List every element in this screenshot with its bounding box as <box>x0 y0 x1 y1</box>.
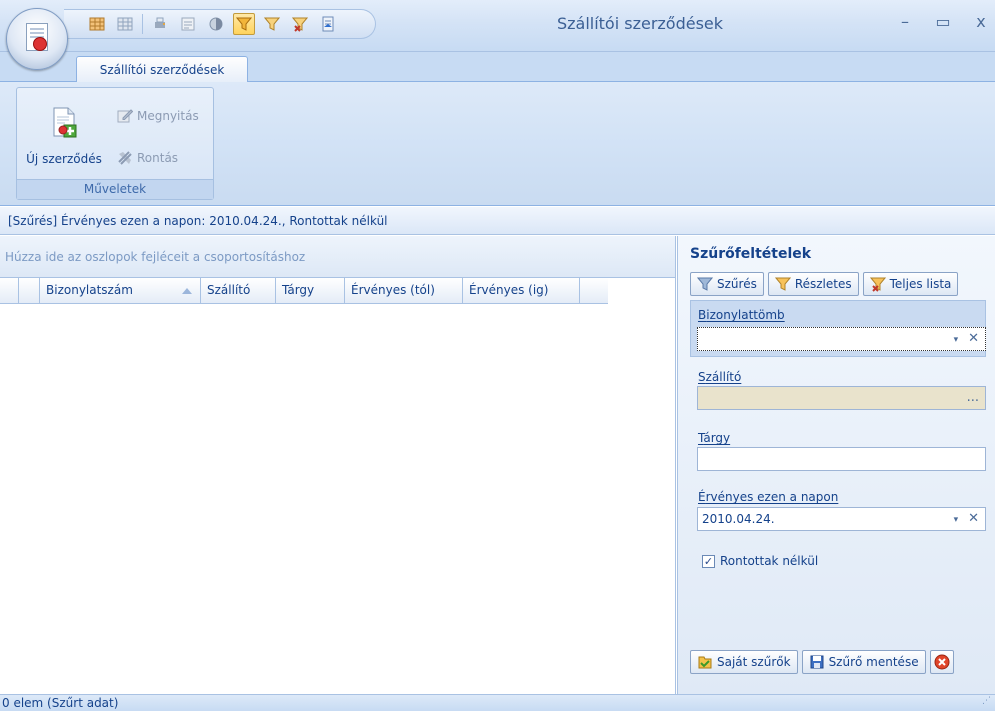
own-filters-button[interactable]: Saját szűrők <box>690 650 798 674</box>
group-caption: Műveletek <box>17 179 213 199</box>
checkbox-label: Rontottak nélkül <box>720 554 819 568</box>
new-contract-label: Új szerződés <box>26 152 102 166</box>
column-label: Szállító <box>207 283 251 297</box>
minimize-button[interactable]: – <box>897 12 913 31</box>
edit-icon <box>117 109 133 123</box>
ribbon-group-muveletek: Új szerződés Megnyitás Rontás Műveletek <box>16 87 214 200</box>
column-header-ervenyes-ig[interactable]: Érvényes (ig) <box>463 278 580 303</box>
save-filter-label: Szűrő mentése <box>828 655 919 669</box>
close-filter-button[interactable] <box>929 650 954 674</box>
ervenyes-date-picker[interactable]: 2010.04.24. ▾ ✕ <box>697 507 986 531</box>
ribbon-body: Új szerződés Megnyitás Rontás Műveletek <box>0 82 995 206</box>
full-list-button[interactable]: Teljes lista <box>862 272 959 296</box>
grid-icon[interactable] <box>86 13 108 35</box>
detailed-filter-button[interactable]: Részletes <box>767 272 859 296</box>
new-document-icon <box>53 107 77 138</box>
filter-detailed-icon[interactable] <box>261 13 283 35</box>
void-label: Rontás <box>137 151 179 165</box>
dropdown-arrow-icon[interactable]: ▾ <box>954 509 959 531</box>
column-header-ervenyes-tol[interactable]: Érvényes (tól) <box>345 278 463 303</box>
filter-bottom-toolbar: Saját szűrők Szűrő mentése <box>690 650 954 674</box>
filter-panel: Szűrőfeltételek Szűrés Részletes Teljes … <box>677 236 995 694</box>
close-icon <box>934 654 950 670</box>
window-title: Szállítói szerződések <box>556 14 724 33</box>
tab-szallitoi-szerzodesek[interactable]: Szállítói szerződések <box>76 56 248 83</box>
void-icon <box>118 151 132 165</box>
window-controls: – ▭ x <box>897 12 989 31</box>
sort-ascending-icon <box>182 288 192 294</box>
filter-info-bar: [Szűrés] Érvényes ezen a napon: 2010.04.… <box>0 207 995 235</box>
status-bar: 0 elem (Szűrt adat) ⋰ <box>0 694 995 711</box>
filter-button[interactable]: Szűrés <box>690 272 764 296</box>
dropdown-arrow-icon[interactable]: ▾ <box>954 329 959 351</box>
filter-button-label: Szűrés <box>717 277 757 291</box>
filter-clear-icon <box>869 277 886 292</box>
toggle-icon[interactable] <box>205 13 227 35</box>
application-menu-button[interactable] <box>6 8 68 70</box>
seal-icon <box>33 37 47 51</box>
ribbon-tab-bar: Szállítói szerződések <box>0 52 995 83</box>
void-button[interactable]: Rontás <box>117 150 178 166</box>
own-filters-icon <box>698 656 712 669</box>
filter-icon[interactable] <box>233 13 255 35</box>
close-button[interactable]: x <box>973 12 989 31</box>
filter-panel-title: Szűrőfeltételek <box>690 246 812 262</box>
open-label: Megnyitás <box>137 109 199 123</box>
filter-icon <box>697 277 713 291</box>
column-label: Tárgy <box>282 283 315 297</box>
status-text: 0 elem (Szűrt adat) <box>2 696 119 710</box>
szallito-field[interactable]: ... <box>697 386 986 410</box>
column-header-bizonylatszam[interactable]: Bizonylatszám <box>40 278 201 303</box>
grid-disabled-icon[interactable] <box>114 13 136 35</box>
report-icon[interactable] <box>317 13 339 35</box>
targy-label: Tárgy <box>698 431 731 445</box>
export-icon[interactable] <box>177 13 199 35</box>
quick-access-toolbar <box>64 9 376 39</box>
column-label: Bizonylatszám <box>46 283 133 297</box>
maximize-button[interactable]: ▭ <box>935 12 951 31</box>
ervenyes-label: Érvényes ezen a napon <box>698 490 839 504</box>
rontottak-nelkul-checkbox[interactable]: ✓ Rontottak nélkül <box>702 554 818 568</box>
own-filters-label: Saját szűrők <box>717 655 791 669</box>
clear-icon[interactable]: ✕ <box>968 508 979 531</box>
print-icon[interactable] <box>149 13 171 35</box>
full-list-label: Teljes lista <box>889 277 952 291</box>
szallito-label: Szállító <box>698 370 742 384</box>
qat-separator <box>142 14 143 34</box>
open-button[interactable]: Megnyitás <box>117 108 199 124</box>
new-contract-button[interactable]: Új szerződés <box>17 102 111 172</box>
filter-detailed-icon <box>774 277 791 291</box>
save-filter-button[interactable]: Szűrő mentése <box>801 650 926 674</box>
date-value: 2010.04.24. <box>702 512 775 526</box>
checkbox-box[interactable]: ✓ <box>702 554 715 568</box>
targy-input[interactable] <box>697 447 986 471</box>
group-by-panel[interactable]: Húzza ide az oszlopok fejléceit a csopor… <box>0 236 675 278</box>
bizonylattomb-combobox[interactable]: ▾ ✕ <box>697 327 986 351</box>
filter-clear-icon[interactable] <box>289 13 311 35</box>
grid-header: Bizonylatszám Szállító Tárgy Érvényes (t… <box>0 278 608 304</box>
resize-grip-icon[interactable]: ⋰ <box>982 693 991 709</box>
column-label: Érvényes (ig) <box>469 283 549 297</box>
column-label: Érvényes (tól) <box>351 283 435 297</box>
filter-toolbar: Szűrés Részletes Teljes lista <box>690 272 959 296</box>
column-header-targy[interactable]: Tárgy <box>276 278 345 303</box>
indicator-column[interactable] <box>0 278 19 303</box>
clear-icon[interactable]: ✕ <box>968 328 979 351</box>
browse-button[interactable]: ... <box>967 387 979 409</box>
save-icon <box>810 655 824 669</box>
data-grid: Húzza ide az oszlopok fejléceit a csopor… <box>0 236 676 694</box>
column-header-szallito[interactable]: Szállító <box>201 278 276 303</box>
expand-column[interactable] <box>19 278 40 303</box>
bizonylattomb-label: Bizonylattömb <box>698 308 785 322</box>
title-bar: Szállítói szerződések – ▭ x <box>0 0 995 52</box>
detailed-filter-label: Részletes <box>794 277 852 291</box>
